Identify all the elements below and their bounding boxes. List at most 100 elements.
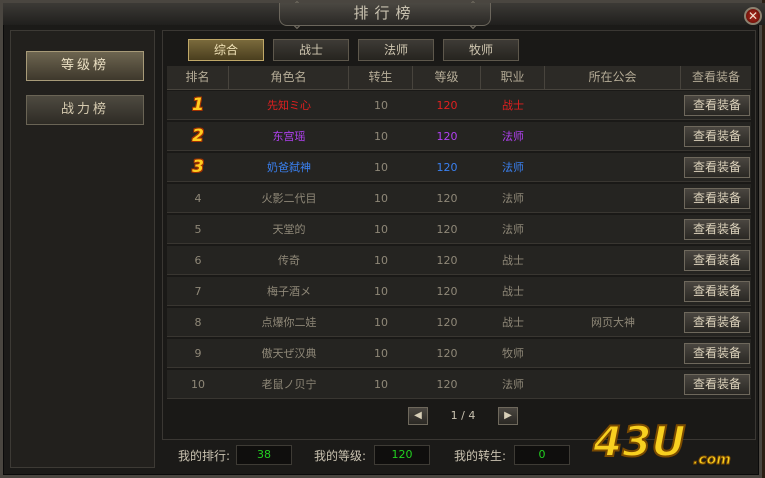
rank-badge: 1 <box>192 95 204 115</box>
name-cell: 火影二代目 <box>261 192 317 205</box>
class-cell: 法师 <box>502 161 524 174</box>
rebirth-cell: 10 <box>374 130 388 143</box>
view-equipment-button[interactable]: 查看装备 <box>684 188 750 209</box>
class-cell: 法师 <box>502 378 524 391</box>
view-equipment-button[interactable]: 查看装备 <box>684 312 750 333</box>
ranking-panel: 综合 战士 法师 牧师 排名 角色名 转生 等级 职业 所在公会 查看装备 1 先… <box>162 30 756 440</box>
window-title: 排行榜 <box>279 3 491 26</box>
name-cell: 传奇 <box>278 254 300 267</box>
guild-cell <box>545 215 681 244</box>
class-cell: 战士 <box>502 254 524 267</box>
level-cell: 120 <box>436 223 458 236</box>
my-level-label: 我的等级: <box>314 449 367 463</box>
arrow-left-icon[interactable]: ◀ <box>408 407 428 425</box>
rebirth-cell: 10 <box>374 99 388 112</box>
header-name: 角色名 <box>229 66 349 89</box>
guild-cell <box>545 91 681 120</box>
name-cell: 傲天ぜ汉典 <box>261 347 317 360</box>
guild-cell <box>545 122 681 151</box>
level-cell: 120 <box>436 316 458 329</box>
logo-domain: .com <box>693 452 731 468</box>
view-equipment-button[interactable]: 查看装备 <box>684 250 750 271</box>
level-cell: 120 <box>436 378 458 391</box>
class-cell: 法师 <box>502 130 524 143</box>
rank-cell: 5 <box>194 223 202 236</box>
level-cell: 120 <box>436 130 458 143</box>
name-cell: 天堂的 <box>272 223 306 236</box>
name-cell: 奶爸弑神 <box>267 161 311 174</box>
view-equipment-button[interactable]: 查看装备 <box>684 343 750 364</box>
view-equipment-button[interactable]: 查看装备 <box>684 374 750 395</box>
my-rebirth-value: 0 <box>514 445 570 465</box>
view-equipment-button[interactable]: 查看装备 <box>684 126 750 147</box>
logo-text: 43U <box>592 417 686 466</box>
guild-cell <box>545 246 681 275</box>
header-equipment: 查看装备 <box>691 70 740 84</box>
rebirth-cell: 10 <box>374 254 388 267</box>
my-rank-label: 我的排行: <box>178 449 231 463</box>
class-cell: 战士 <box>502 316 524 329</box>
name-cell: 先知ミ心 <box>267 99 311 112</box>
view-equipment-button[interactable]: 查看装备 <box>684 157 750 178</box>
guild-cell <box>545 153 681 182</box>
table-header: 排名 角色名 转生 等级 职业 所在公会 查看装备 <box>167 66 751 90</box>
tab-priest[interactable]: 牧师 <box>443 39 519 61</box>
rebirth-cell: 10 <box>374 347 388 360</box>
tab-warrior[interactable]: 战士 <box>273 39 349 61</box>
name-cell: 梅子酒メ <box>267 285 311 298</box>
table-row: 4 火影二代目 10 120 法师 查看装备 <box>167 184 751 213</box>
class-cell: 法师 <box>502 192 524 205</box>
header-rebirth: 转生 <box>349 66 413 89</box>
rebirth-cell: 10 <box>374 161 388 174</box>
view-equipment-button[interactable]: 查看装备 <box>684 219 750 240</box>
table-row: 6 传奇 10 120 战士 查看装备 <box>167 246 751 275</box>
rank-badge: 2 <box>192 126 204 146</box>
my-level-value: 120 <box>374 445 430 465</box>
game-stage: 排行榜 ✕ 等级榜 战力榜 综合 战士 法师 牧师 排名 角色名 转生 等级 职… <box>0 0 765 478</box>
level-cell: 120 <box>436 192 458 205</box>
level-cell: 120 <box>436 254 458 267</box>
class-cell: 法师 <box>502 223 524 236</box>
view-equipment-button[interactable]: 查看装备 <box>684 95 750 116</box>
rebirth-cell: 10 <box>374 316 388 329</box>
class-cell: 战士 <box>502 99 524 112</box>
guild-cell <box>545 184 681 213</box>
rank-cell: 10 <box>191 378 205 391</box>
my-rank-value: 38 <box>236 445 292 465</box>
table-row: 10 老鼠ノ贝宁 10 120 法师 查看装备 <box>167 370 751 399</box>
guild-cell <box>545 339 681 368</box>
site-logo: 43U .com <box>591 416 731 469</box>
level-cell: 120 <box>436 161 458 174</box>
header-rank: 排名 <box>167 66 229 89</box>
name-cell: 老鼠ノ贝宁 <box>261 378 317 391</box>
sidebar-item-level-rank[interactable]: 等级榜 <box>26 51 144 81</box>
rank-cell: 4 <box>194 192 202 205</box>
page-indicator: 1 / 4 <box>450 409 476 422</box>
table-row: 5 天堂的 10 120 法师 查看装备 <box>167 215 751 244</box>
level-cell: 120 <box>436 347 458 360</box>
table-row: 1 先知ミ心 10 120 战士 查看装备 <box>167 91 751 120</box>
tab-all[interactable]: 综合 <box>188 39 264 61</box>
rank-cell: 3 <box>167 153 229 182</box>
rebirth-cell: 10 <box>374 192 388 205</box>
level-cell: 120 <box>436 99 458 112</box>
arrow-right-icon[interactable]: ▶ <box>498 407 518 425</box>
view-equipment-button[interactable]: 查看装备 <box>684 281 750 302</box>
level-cell: 120 <box>436 285 458 298</box>
name-cell: 东宫瑶 <box>272 130 306 143</box>
class-cell: 牧师 <box>502 347 524 360</box>
table-row: 2 东宫瑶 10 120 法师 查看装备 <box>167 122 751 151</box>
sidebar-item-power-rank[interactable]: 战力榜 <box>26 95 144 125</box>
rank-cell: 9 <box>194 347 202 360</box>
name-cell: 点爆你二娃 <box>261 316 317 329</box>
rank-cell: 6 <box>194 254 202 267</box>
header-level: 等级 <box>413 66 481 89</box>
class-cell: 战士 <box>502 285 524 298</box>
guild-cell: 网页大神 <box>591 316 635 329</box>
tab-mage[interactable]: 法师 <box>358 39 434 61</box>
guild-cell <box>545 370 681 399</box>
guild-cell <box>545 277 681 306</box>
rank-cell: 7 <box>194 285 202 298</box>
rank-cell: 8 <box>194 316 202 329</box>
close-icon[interactable]: ✕ <box>744 7 762 25</box>
